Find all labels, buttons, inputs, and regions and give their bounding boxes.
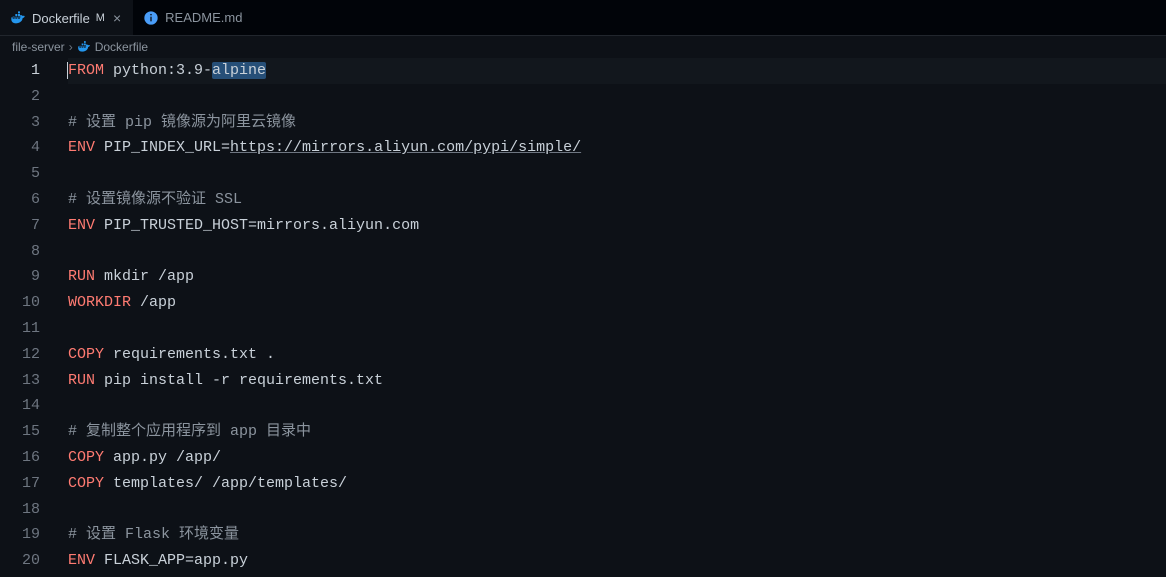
tab-bar: Dockerfile M × README.md [0, 0, 1166, 36]
code-line[interactable]: RUN pip install -r requirements.txt [68, 368, 1166, 394]
code-line[interactable]: COPY templates/ /app/templates/ [68, 471, 1166, 497]
line-number: 17 [0, 471, 40, 497]
code-line[interactable]: # 复制整个应用程序到 app 目录中 [68, 419, 1166, 445]
tab-label: README.md [165, 10, 242, 25]
crumb-file: Dockerfile [95, 40, 148, 54]
line-number: 9 [0, 264, 40, 290]
code-line[interactable]: # 设置 pip 镜像源为阿里云镜像 [68, 110, 1166, 136]
code-line[interactable] [68, 497, 1166, 523]
code-line[interactable] [68, 161, 1166, 187]
line-number: 20 [0, 548, 40, 574]
line-number: 2 [0, 84, 40, 110]
tab-readme[interactable]: README.md [133, 0, 252, 35]
line-number: 12 [0, 342, 40, 368]
code-line[interactable]: # 设置镜像源不验证 SSL [68, 187, 1166, 213]
code-editor[interactable]: 1234567891011121314151617181920 FROM pyt… [0, 58, 1166, 577]
code-line[interactable]: WORKDIR /app [68, 290, 1166, 316]
line-number: 13 [0, 368, 40, 394]
code-line[interactable]: FROM python:3.9-alpine [68, 58, 1166, 84]
line-number: 6 [0, 187, 40, 213]
code-line[interactable] [68, 239, 1166, 265]
code-line[interactable]: COPY app.py /app/ [68, 445, 1166, 471]
line-number: 4 [0, 135, 40, 161]
tab-label: Dockerfile [32, 11, 90, 26]
docker-icon [10, 10, 26, 26]
line-number: 14 [0, 393, 40, 419]
line-number: 7 [0, 213, 40, 239]
code-line[interactable]: ENV PIP_INDEX_URL=https://mirrors.aliyun… [68, 135, 1166, 161]
line-number: 18 [0, 497, 40, 523]
line-number: 5 [0, 161, 40, 187]
modified-badge: M [96, 12, 105, 24]
code-line[interactable]: COPY requirements.txt . [68, 342, 1166, 368]
code-line[interactable]: ENV PIP_TRUSTED_HOST=mirrors.aliyun.com [68, 213, 1166, 239]
code-line[interactable] [68, 393, 1166, 419]
line-number: 10 [0, 290, 40, 316]
code-line[interactable]: # 设置 Flask 环境变量 [68, 522, 1166, 548]
line-number: 1 [0, 58, 40, 84]
line-number: 16 [0, 445, 40, 471]
line-number: 3 [0, 110, 40, 136]
info-icon [143, 10, 159, 26]
line-number: 11 [0, 316, 40, 342]
line-number: 8 [0, 239, 40, 265]
close-icon[interactable]: × [111, 10, 123, 26]
line-number: 15 [0, 419, 40, 445]
code-line[interactable]: ENV FLASK_APP=app.py [68, 548, 1166, 574]
line-number: 19 [0, 522, 40, 548]
code-line[interactable]: RUN mkdir /app [68, 264, 1166, 290]
code-line[interactable] [68, 316, 1166, 342]
line-gutter: 1234567891011121314151617181920 [0, 58, 60, 577]
tab-dockerfile[interactable]: Dockerfile M × [0, 0, 133, 35]
code-line[interactable] [68, 84, 1166, 110]
breadcrumb[interactable]: file-server › Dockerfile [0, 36, 1166, 58]
crumb-folder: file-server [12, 40, 65, 54]
docker-icon [77, 40, 91, 54]
code-content[interactable]: FROM python:3.9-alpine # 设置 pip 镜像源为阿里云镜像… [60, 58, 1166, 577]
chevron-right-icon: › [69, 40, 73, 54]
